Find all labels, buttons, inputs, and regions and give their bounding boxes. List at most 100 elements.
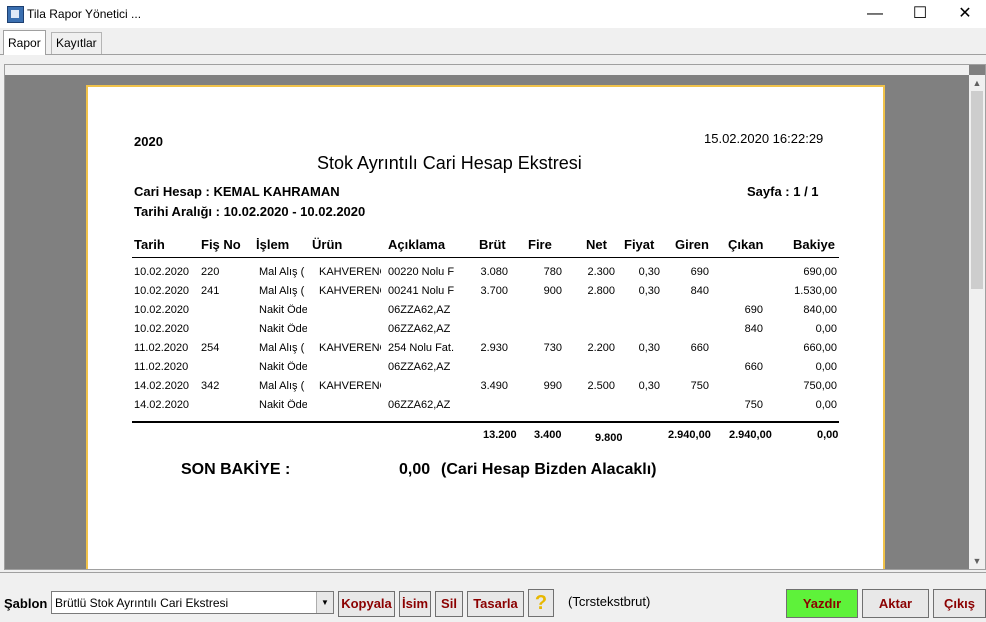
total-net: 9.800 <box>595 432 623 444</box>
cell-bakiye: 0,00 <box>815 399 837 411</box>
cell-urun: KAHVERENG <box>319 380 381 392</box>
cell-fis-no: 254 <box>201 342 220 354</box>
cell-islem: Mal Alış ( <box>259 285 305 297</box>
son-bakiye-note: (Cari Hesap Bizden Alacaklı) <box>441 461 657 478</box>
isim-button[interactable]: İsim <box>399 591 431 617</box>
scroll-thumb[interactable] <box>971 91 983 289</box>
cell-tarih: 11.02.2020 <box>134 342 189 354</box>
title-bar: Tila Rapor Yönetici ... — ☐ ✕ <box>0 0 986 28</box>
total-giren: 2.940,00 <box>668 429 711 441</box>
close-button[interactable]: ✕ <box>942 0 986 28</box>
bottom-toolbar: Şablon Brütlü Stok Ayrıntılı Cari Ekstre… <box>0 572 986 622</box>
cell-islem: Mal Alış ( <box>259 266 305 278</box>
total-brut: 13.200 <box>483 429 517 441</box>
header-fiyat: Fiyat <box>624 237 655 252</box>
cell-urun: KAHVERENG <box>319 266 381 278</box>
header-net: Net <box>586 237 607 252</box>
vertical-scrollbar[interactable]: ▲ ▼ <box>969 75 985 569</box>
son-bakiye-value: 0,00 <box>399 461 431 478</box>
header-fis-no: Fiş No <box>201 237 241 252</box>
cell-islem: Nakit Öde <box>259 399 307 411</box>
cikis-button[interactable]: Çıkış <box>933 589 986 618</box>
cell-islem: Nakit Öde <box>259 323 307 335</box>
cell-aciklama: 06ZZA62,AZ <box>388 323 451 335</box>
cell-tarih: 14.02.2020 <box>134 399 190 411</box>
cell-aciklama: 06ZZA62,AZ <box>388 399 451 411</box>
header-bakiye: Bakiye <box>793 237 835 252</box>
cell-tarih: 10.02.2020 <box>134 304 190 316</box>
cell-fis-no: 342 <box>201 380 220 392</box>
scroll-up-icon[interactable]: ▲ <box>969 75 985 91</box>
scroll-down-icon[interactable]: ▼ <box>969 553 985 569</box>
header-tarih: Tarih <box>134 237 165 252</box>
sablon-select[interactable]: Brütlü Stok Ayrıntılı Cari Ekstresi ▼ <box>51 591 334 614</box>
cell-bakiye: 840,00 <box>803 304 837 316</box>
maximize-button[interactable]: ☐ <box>897 0 943 28</box>
app-icon <box>7 6 24 23</box>
cell-bakiye: 0,00 <box>815 323 837 335</box>
totals-divider <box>132 421 839 423</box>
header-giren: Giren <box>675 237 709 252</box>
cell-urun: KAHVERENG <box>319 342 381 354</box>
sablon-select-value: Brütlü Stok Ayrıntılı Cari Ekstresi <box>55 596 229 610</box>
page-number: Sayfa : 1 / 1 <box>747 184 819 199</box>
minimize-button[interactable]: — <box>852 0 898 28</box>
cell-islem: Mal Alış ( <box>259 380 305 392</box>
tab-kayitlar[interactable]: Kayıtlar <box>51 32 102 54</box>
template-code: (Tcrstekstbrut) <box>568 594 651 609</box>
son-bakiye-label: SON BAKİYE : <box>181 461 291 478</box>
kopyala-button[interactable]: Kopyala <box>338 591 395 617</box>
cell-fis-no: 220 <box>201 266 220 278</box>
chevron-down-icon[interactable]: ▼ <box>316 592 333 613</box>
cell-giren: 690 <box>690 266 709 278</box>
cell-fis-no: 241 <box>201 285 220 297</box>
sablon-label: Şablon <box>4 596 48 611</box>
cell-aciklama: 06ZZA62,AZ <box>388 304 451 316</box>
cell-bakiye: 660,00 <box>803 342 837 354</box>
cell-tarih: 11.02.2020 <box>134 361 189 373</box>
header-cikan: Çıkan <box>728 237 764 252</box>
cell-tarih: 10.02.2020 <box>134 266 190 278</box>
header-urun: Ürün <box>312 237 343 252</box>
header-islem: İşlem <box>256 237 290 252</box>
cell-aciklama: 06ZZA62,AZ <box>388 361 451 373</box>
report-year: 2020 <box>134 134 163 149</box>
help-icon[interactable]: ? <box>528 589 554 617</box>
cell-cikan: 750 <box>744 399 763 411</box>
total-cikan: 2.940,00 <box>729 429 772 441</box>
cell-bakiye: 0,00 <box>815 361 837 373</box>
yazdir-button[interactable]: Yazdır <box>786 589 858 618</box>
header-divider <box>132 257 839 258</box>
cell-giren: 750 <box>690 380 709 392</box>
report-title: Stok Ayrıntılı Cari Hesap Ekstresi <box>317 153 582 173</box>
cell-tarih: 10.02.2020 <box>134 285 190 297</box>
header-aciklama: Açıklama <box>388 237 446 252</box>
report-datetime: 15.02.2020 16:22:29 <box>704 131 824 146</box>
tab-rapor[interactable]: Rapor <box>3 30 46 55</box>
cell-islem: Nakit Öde <box>259 361 307 373</box>
aktar-button[interactable]: Aktar <box>862 589 929 618</box>
cell-bakiye: 750,00 <box>803 380 837 392</box>
date-range: Tarihi Aralığı : 10.02.2020 - 10.02.2020 <box>134 204 366 219</box>
cell-urun: KAHVERENG <box>319 285 381 297</box>
cell-giren: 660 <box>690 342 709 354</box>
cell-cikan: 660 <box>744 361 763 373</box>
tasarla-button[interactable]: Tasarla <box>467 591 524 617</box>
preview-top-strip <box>5 65 969 75</box>
header-fire: Fire <box>528 237 552 252</box>
cell-cikan: 690 <box>744 304 763 316</box>
window-title: Tila Rapor Yönetici ... <box>27 7 142 21</box>
tab-bar: Rapor Kayıtlar <box>0 30 986 55</box>
cell-tarih: 14.02.2020 <box>134 380 190 392</box>
total-bakiye: 0,00 <box>817 429 839 441</box>
cell-giren: 840 <box>690 285 709 297</box>
report-preview[interactable]: ▲ ▼ 2020 15.02.2020 16:22:29 Stok Ayrınt… <box>4 64 986 570</box>
cell-islem: Mal Alış ( <box>259 342 305 354</box>
report-page: 2020 15.02.2020 16:22:29 Stok Ayrıntılı … <box>86 85 885 569</box>
cell-cikan: 840 <box>744 323 763 335</box>
sil-button[interactable]: Sil <box>435 591 463 617</box>
cell-bakiye: 1.530,00 <box>794 285 837 297</box>
total-fire: 3.400 <box>534 429 562 441</box>
header-brut: Brüt <box>479 237 506 252</box>
cell-bakiye: 690,00 <box>803 266 837 278</box>
